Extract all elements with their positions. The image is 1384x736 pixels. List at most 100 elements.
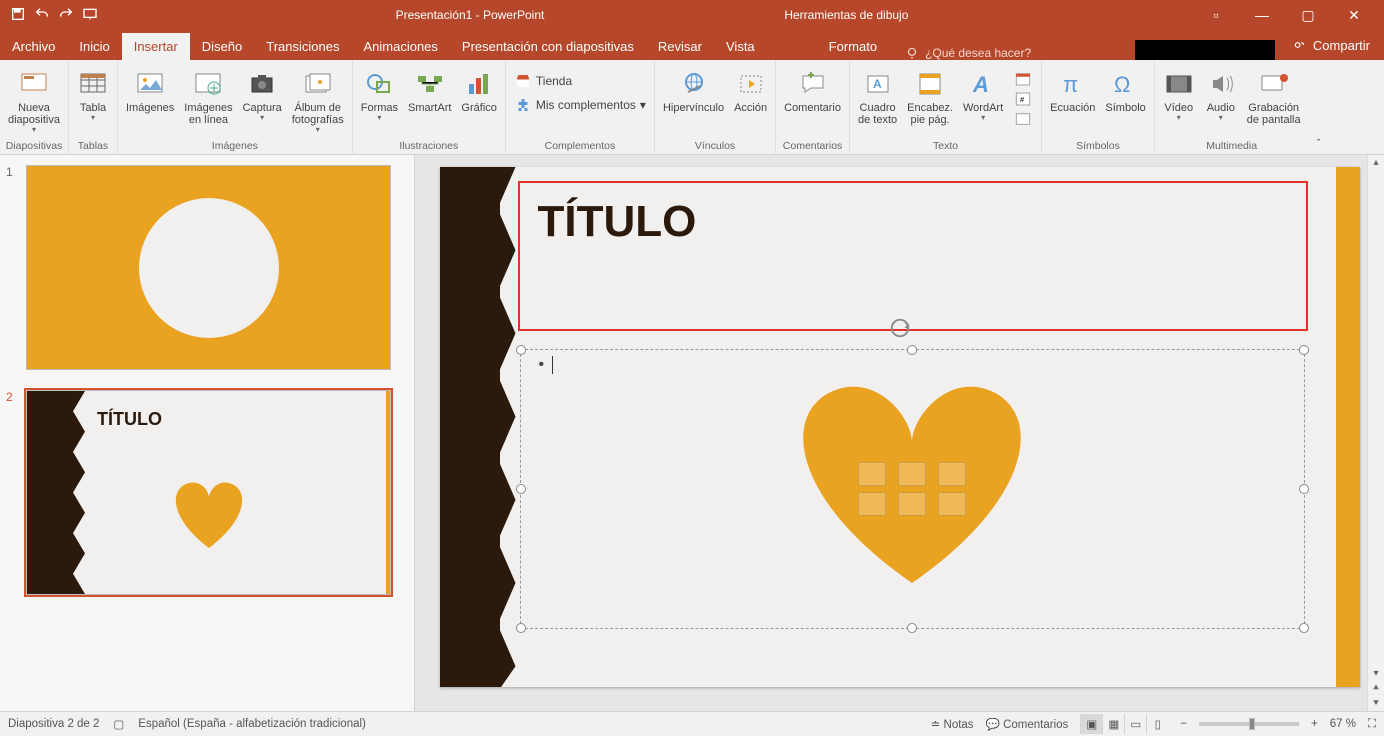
insert-video-icon[interactable] [938,492,966,516]
minimize-button[interactable]: — [1242,7,1282,23]
content-placeholder[interactable]: • [520,349,1305,629]
slide-number-icon[interactable]: # [1013,90,1033,108]
save-icon[interactable] [10,6,26,25]
normal-view-button[interactable]: ▣ [1080,714,1102,734]
tab-transiciones[interactable]: Transiciones [254,33,351,60]
resize-handle[interactable] [516,484,526,494]
tell-me-placeholder: ¿Qué desea hacer? [925,46,1031,60]
images-button[interactable]: Imágenes [122,66,178,116]
thumbnail-2[interactable]: 2 TÍTULO [0,380,414,605]
redo-icon[interactable] [58,6,74,25]
zoom-slider[interactable] [1199,722,1299,726]
reading-view-button[interactable]: ▭ [1124,714,1146,734]
table-button[interactable]: Tabla▾ [73,66,113,125]
tell-me-search[interactable]: ¿Qué desea hacer? [889,46,1135,60]
insert-picture-icon[interactable] [858,492,886,516]
thumbnail-1[interactable]: 1 [0,155,414,380]
shapes-button[interactable]: Formas▾ [357,66,402,125]
textbox-button[interactable]: ACuadro de texto [854,66,901,128]
ribbon-options-icon[interactable]: ▫ [1196,7,1236,23]
share-button[interactable]: Compartir [1279,30,1384,60]
fit-to-window-button[interactable]: ⛶ [1368,718,1376,731]
title-placeholder[interactable]: TÍTULO [518,181,1308,331]
hyperlink-button[interactable]: Hipervínculo [659,66,728,116]
store-button[interactable]: Tienda [514,72,646,90]
tab-revisar[interactable]: Revisar [646,33,714,60]
new-slide-button[interactable]: Nueva diapositiva▾ [4,66,64,137]
insert-online-picture-icon[interactable] [898,492,926,516]
next-slide-icon[interactable]: ⯆ [1372,696,1380,711]
start-slideshow-icon[interactable] [82,6,98,25]
close-button[interactable]: ✕ [1334,7,1374,24]
resize-handle[interactable] [516,623,526,633]
maximize-button[interactable]: ▢ [1288,7,1328,24]
chart-button[interactable]: Gráfico [457,66,500,116]
resize-handle[interactable] [907,623,917,633]
insert-chart-icon[interactable] [898,462,926,486]
slide-thumbnails-panel[interactable]: 1 2 TÍTULO [0,155,415,711]
zoom-level[interactable]: 67 % [1330,718,1356,730]
tab-inicio[interactable]: Inicio [67,33,121,60]
scroll-down-icon[interactable]: ▾ [1373,666,1378,681]
smartart-button[interactable]: SmartArt [404,66,455,116]
comment-button[interactable]: Comentario [780,66,845,116]
tab-presentacion[interactable]: Presentación con diapositivas [450,33,646,60]
share-icon [1293,38,1307,52]
prev-slide-icon[interactable]: ⯅ [1372,681,1380,696]
ribbon-tabs: Archivo Inicio Insertar Diseño Transicio… [0,30,1384,60]
group-label: Imágenes [122,138,348,154]
resize-handle[interactable] [1299,623,1309,633]
audio-button[interactable]: Audio▾ [1201,66,1241,125]
resize-handle[interactable] [907,345,917,355]
notes-button[interactable]: ≐ Notas [931,717,974,731]
account-redacted [1135,40,1275,60]
tab-insertar[interactable]: Insertar [122,33,190,60]
group-label: Ilustraciones [357,138,501,154]
text-cursor [552,356,553,374]
tab-animaciones[interactable]: Animaciones [351,33,449,60]
slide-editor[interactable]: TÍTULO • [415,155,1384,711]
tab-formato[interactable]: Formato [817,33,889,60]
screenshot-button[interactable]: Captura▾ [239,66,286,125]
view-buttons: ▣ ▦ ▭ ▯ [1080,714,1168,734]
equation-button[interactable]: πEcuación [1046,66,1099,116]
scroll-up-icon[interactable]: ▴ [1373,155,1378,170]
group-label: Texto [854,138,1037,154]
title-text: TÍTULO [538,197,1288,247]
video-button[interactable]: Vídeo▾ [1159,66,1199,125]
zoom-in-button[interactable]: + [1311,718,1318,730]
slide-counter[interactable]: Diapositiva 2 de 2 [8,718,99,730]
language-indicator[interactable]: Español (España - alfabetización tradici… [138,718,366,730]
slideshow-view-button[interactable]: ▯ [1146,714,1168,734]
tab-archivo[interactable]: Archivo [0,33,67,60]
zoom-out-button[interactable]: − [1180,718,1187,730]
undo-icon[interactable] [34,6,50,25]
symbol-button[interactable]: ΩSímbolo [1101,66,1149,116]
insert-table-icon[interactable] [858,462,886,486]
lightbulb-icon [905,46,919,60]
resize-handle[interactable] [1299,345,1309,355]
insert-smartart-icon[interactable] [938,462,966,486]
resize-handle[interactable] [516,345,526,355]
header-footer-button[interactable]: Encabez. pie pág. [903,66,957,128]
action-button[interactable]: Acción [730,66,771,116]
photo-album-button[interactable]: Álbum de fotografías▾ [288,66,348,137]
collapse-ribbon-button[interactable]: ˆ [1309,60,1329,154]
wordart-button[interactable]: AWordArt▾ [959,66,1007,125]
comments-button[interactable]: 💬 Comentarios [986,717,1069,731]
vertical-scrollbar[interactable]: ▴ ▾ ⯅ ⯆ [1367,155,1384,711]
date-time-icon[interactable] [1013,70,1033,88]
sorter-view-button[interactable]: ▦ [1102,714,1124,734]
tab-diseno[interactable]: Diseño [190,33,254,60]
my-addins-button[interactable]: Mis complementos ▾ [514,96,646,114]
resize-handle[interactable] [1299,484,1309,494]
spellcheck-icon[interactable]: ▢ [113,717,124,731]
svg-text:Ω: Ω [1114,72,1130,97]
object-icon[interactable] [1013,110,1033,128]
contextual-tab-title: Herramientas de dibujo [784,8,908,22]
screen-recording-button[interactable]: Grabación de pantalla [1243,66,1305,128]
tab-vista[interactable]: Vista [714,33,767,60]
slide-canvas[interactable]: TÍTULO • [440,167,1360,687]
rotate-handle-icon[interactable] [889,317,911,339]
online-images-button[interactable]: Imágenes en línea [180,66,236,128]
